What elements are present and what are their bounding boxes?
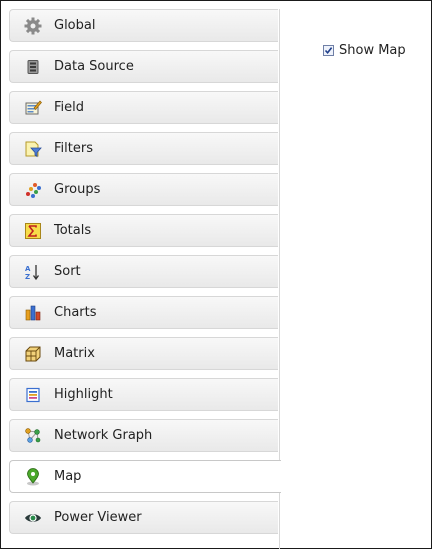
sidebar-item-filters[interactable]: Filters (9, 132, 278, 165)
sidebar-item-label: Sort (54, 264, 81, 279)
filter-icon (24, 140, 42, 158)
sidebar-item-map[interactable]: Map (9, 460, 281, 493)
sidebar-item-data-source[interactable]: Data Source (9, 50, 278, 83)
map-pin-icon (24, 467, 42, 486)
sidebar-item-label: Power Viewer (54, 510, 142, 525)
sidebar-item-label: Charts (54, 305, 97, 320)
network-graph-icon (24, 427, 42, 445)
gear-icon (24, 17, 42, 35)
show-map-checkbox[interactable] (323, 45, 334, 56)
sidebar-item-label: Matrix (54, 346, 95, 361)
sidebar-item-highlight[interactable]: Highlight (9, 378, 278, 411)
sidebar-item-label: Totals (54, 223, 92, 238)
sidebar-item-sort[interactable]: A Z Sort (9, 255, 278, 288)
sidebar-item-global[interactable]: Global (9, 9, 278, 42)
sidebar-item-label: Network Graph (54, 428, 153, 443)
sidebar-item-label: Highlight (54, 387, 113, 402)
options-panel: Global Data Source Field Filters Groups … (0, 0, 432, 549)
sort-az-icon: A Z (24, 263, 42, 281)
show-map-label: Show Map (339, 43, 406, 58)
sidebar-item-label: Filters (54, 141, 93, 156)
svg-text:A: A (25, 265, 31, 273)
field-edit-icon (24, 99, 42, 117)
bar-chart-icon (24, 304, 42, 322)
sidebar-item-groups[interactable]: Groups (9, 173, 278, 206)
sidebar-item-label: Groups (54, 182, 101, 197)
sidebar-item-label: Data Source (54, 59, 134, 74)
highlight-icon (24, 386, 42, 404)
show-map-option[interactable]: Show Map (323, 43, 406, 58)
database-icon (24, 58, 42, 76)
sigma-icon (24, 222, 42, 240)
sidebar-item-label: Global (54, 18, 96, 33)
groups-icon (24, 181, 42, 199)
svg-text:Z: Z (25, 273, 30, 281)
sidebar-item-network-graph[interactable]: Network Graph (9, 419, 278, 452)
sidebar-item-power-viewer[interactable]: Power Viewer (9, 501, 278, 534)
sidebar-item-totals[interactable]: Totals (9, 214, 278, 247)
matrix-icon (24, 345, 42, 363)
sidebar-item-field[interactable]: Field (9, 91, 278, 124)
eye-icon (24, 509, 42, 527)
sidebar-item-charts[interactable]: Charts (9, 296, 278, 329)
sidebar-item-label: Field (54, 100, 85, 115)
sidebar-item-matrix[interactable]: Matrix (9, 337, 278, 370)
options-sidebar: Global Data Source Field Filters Groups … (9, 9, 281, 549)
sidebar-item-label: Map (54, 469, 82, 484)
